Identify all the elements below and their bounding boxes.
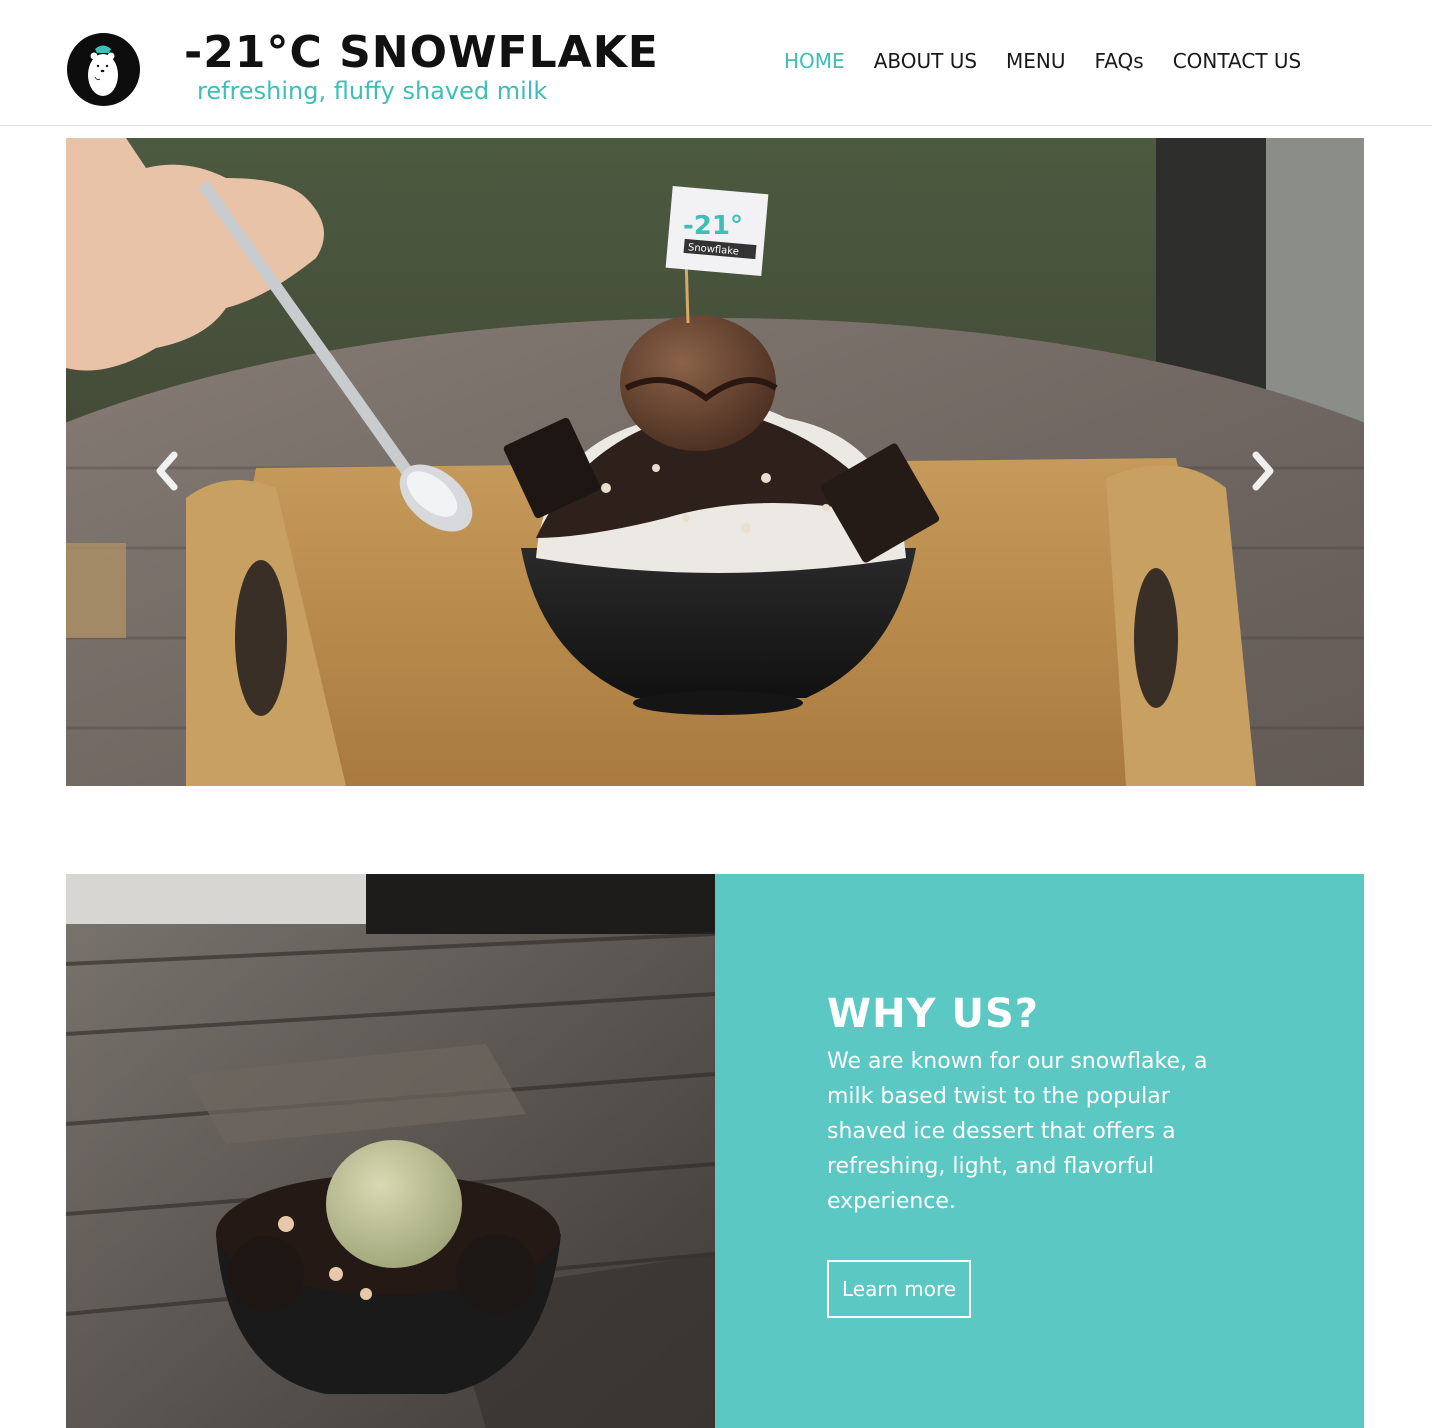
nav-item-about-us[interactable]: ABOUT US: [874, 47, 977, 75]
nav-item-contact-us[interactable]: CONTACT US: [1173, 47, 1302, 75]
why-us-panel: WHY US? We are known for our snowflake, …: [715, 874, 1364, 1428]
nav-item-faqs[interactable]: FAQs: [1095, 47, 1144, 75]
flag-text-top: -21°: [683, 211, 743, 241]
chevron-left-icon: [156, 451, 178, 491]
why-us-description: We are known for our snowflake, a milk b…: [827, 1049, 1208, 1214]
carousel-prev-button[interactable]: [148, 448, 188, 494]
main-nav: HOME ABOUT US MENU FAQs CONTACT US: [784, 47, 1330, 75]
brand-tagline: refreshing, fluffy shaved milk: [197, 77, 548, 105]
brand-title[interactable]: -21°C SNOWFLAKE: [184, 28, 659, 78]
logo[interactable]: [67, 33, 140, 106]
nav-item-home[interactable]: HOME: [784, 47, 845, 75]
hero-carousel[interactable]: -21° Snowflake: [66, 138, 1364, 786]
polar-bear-icon: [88, 45, 118, 96]
nav-item-menu[interactable]: MENU: [1006, 47, 1066, 75]
hero-dessert-image: -21° Snowflake: [66, 138, 1364, 786]
feature-dessert-image: [66, 874, 715, 1428]
carousel-next-button[interactable]: [1242, 448, 1282, 494]
learn-more-button[interactable]: Learn more: [827, 1260, 971, 1318]
matcha-dessert-photo: [66, 874, 715, 1428]
why-us-heading: WHY US?: [827, 991, 1039, 1037]
chevron-right-icon: [1252, 451, 1274, 491]
site-header: -21°C SNOWFLAKE refreshing, fluffy shave…: [0, 0, 1432, 126]
